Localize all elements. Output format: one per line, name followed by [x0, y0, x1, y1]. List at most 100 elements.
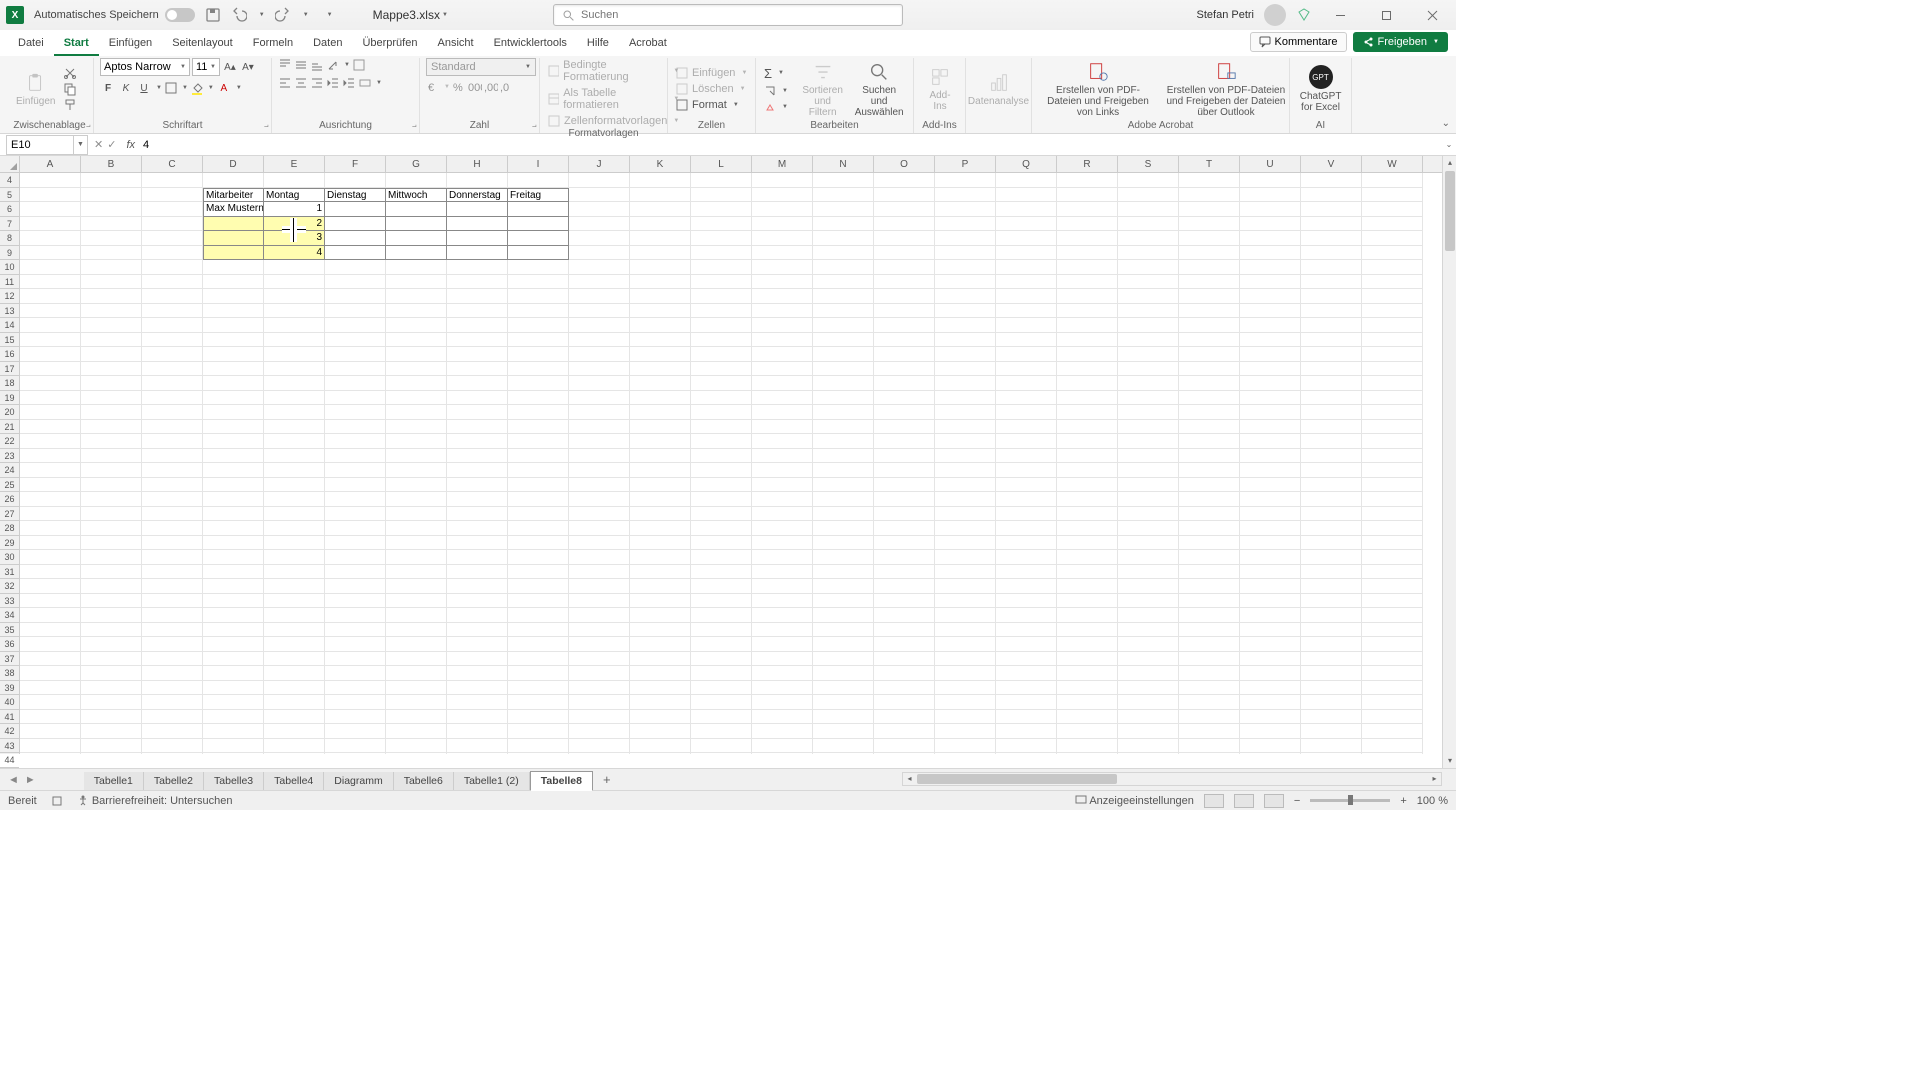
cell[interactable] [81, 217, 142, 232]
cell[interactable] [691, 202, 752, 217]
cell[interactable] [142, 449, 203, 464]
cell[interactable] [81, 753, 142, 754]
cell[interactable] [691, 449, 752, 464]
cell[interactable] [935, 275, 996, 290]
cell[interactable] [691, 579, 752, 594]
cell[interactable] [569, 318, 630, 333]
cell[interactable] [264, 173, 325, 188]
cell[interactable] [630, 579, 691, 594]
cell[interactable] [996, 275, 1057, 290]
cell[interactable] [935, 304, 996, 319]
cell[interactable] [81, 681, 142, 696]
cell[interactable] [874, 623, 935, 638]
bold-button[interactable]: F [100, 80, 116, 96]
cell[interactable] [874, 391, 935, 406]
cell[interactable] [569, 231, 630, 246]
cell[interactable] [81, 318, 142, 333]
cell[interactable] [20, 333, 81, 348]
cell[interactable] [1118, 637, 1179, 652]
row-header[interactable]: 38 [0, 666, 19, 681]
align-bottom-icon[interactable] [310, 58, 324, 72]
cell[interactable] [935, 420, 996, 435]
cell[interactable] [691, 304, 752, 319]
cell[interactable] [1179, 478, 1240, 493]
document-name[interactable]: Mappe3.xlsx [373, 8, 440, 22]
cell[interactable] [1362, 507, 1423, 522]
decrease-decimal-icon[interactable]: ,0 [500, 80, 514, 94]
increase-decimal-icon[interactable]: ,00 [484, 80, 498, 94]
font-color-icon[interactable]: A [216, 80, 232, 96]
cell[interactable] [630, 405, 691, 420]
cell[interactable] [142, 275, 203, 290]
row-header[interactable]: 28 [0, 521, 19, 536]
cell[interactable] [691, 289, 752, 304]
cell[interactable] [203, 391, 264, 406]
cell[interactable] [1179, 536, 1240, 551]
cell[interactable] [1118, 478, 1179, 493]
cell[interactable] [20, 275, 81, 290]
cell[interactable] [386, 217, 447, 232]
cell[interactable] [1057, 666, 1118, 681]
cell[interactable] [264, 724, 325, 739]
cell[interactable] [203, 550, 264, 565]
cell[interactable] [508, 536, 569, 551]
cell[interactable] [325, 173, 386, 188]
cell[interactable] [996, 188, 1057, 203]
cell[interactable] [142, 724, 203, 739]
cell[interactable] [203, 289, 264, 304]
cell[interactable] [142, 478, 203, 493]
cell[interactable] [264, 275, 325, 290]
cell[interactable] [874, 681, 935, 696]
cell[interactable] [935, 492, 996, 507]
align-middle-icon[interactable] [294, 58, 308, 72]
cell[interactable] [1240, 550, 1301, 565]
cell[interactable] [1057, 362, 1118, 377]
cell[interactable] [447, 608, 508, 623]
cell[interactable] [630, 507, 691, 522]
ribbon-tab-daten[interactable]: Daten [303, 32, 352, 56]
row-header[interactable]: 14 [0, 318, 19, 333]
cell[interactable] [81, 637, 142, 652]
col-header[interactable]: M [752, 156, 813, 172]
cell[interactable] [752, 434, 813, 449]
cell[interactable] [691, 565, 752, 580]
cell[interactable] [1179, 652, 1240, 667]
cell[interactable] [935, 637, 996, 652]
cell[interactable] [142, 304, 203, 319]
cell[interactable] [1057, 376, 1118, 391]
cell[interactable] [1240, 304, 1301, 319]
cell[interactable] [1179, 231, 1240, 246]
cell[interactable] [203, 666, 264, 681]
cell[interactable] [203, 478, 264, 493]
cell[interactable] [935, 594, 996, 609]
cell[interactable] [325, 304, 386, 319]
cell[interactable] [447, 550, 508, 565]
cell[interactable] [325, 695, 386, 710]
row-header[interactable]: 26 [0, 492, 19, 507]
cell[interactable] [386, 739, 447, 754]
cell[interactable] [752, 739, 813, 754]
cell[interactable] [813, 478, 874, 493]
cell[interactable] [386, 565, 447, 580]
cell[interactable] [264, 753, 325, 754]
cell[interactable] [691, 550, 752, 565]
cell[interactable] [935, 681, 996, 696]
cell[interactable] [386, 492, 447, 507]
cell[interactable] [874, 217, 935, 232]
cell[interactable] [1118, 521, 1179, 536]
row-header[interactable]: 29 [0, 536, 19, 551]
cell[interactable] [569, 188, 630, 203]
cell[interactable] [752, 565, 813, 580]
cell[interactable] [1057, 565, 1118, 580]
comments-button[interactable]: Kommentare [1250, 32, 1347, 52]
col-header[interactable]: O [874, 156, 935, 172]
cell[interactable] [1362, 753, 1423, 754]
cell[interactable] [569, 666, 630, 681]
cell[interactable] [264, 478, 325, 493]
cell[interactable] [203, 565, 264, 580]
cell[interactable] [630, 231, 691, 246]
cell[interactable] [630, 304, 691, 319]
cell[interactable] [264, 434, 325, 449]
cell[interactable] [81, 260, 142, 275]
cell[interactable] [996, 318, 1057, 333]
